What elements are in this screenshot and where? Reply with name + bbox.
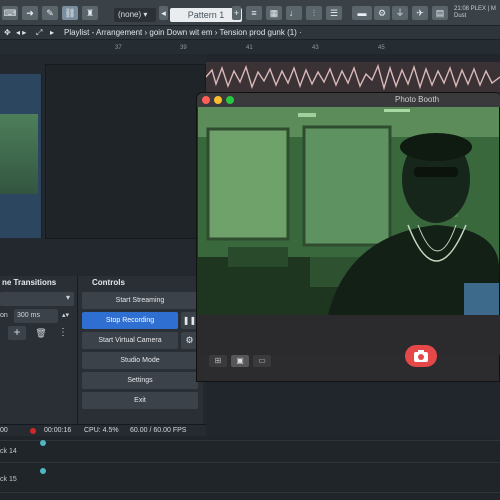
single-photo-icon[interactable]: ▣ [231,355,249,367]
track-label[interactable]: ck 15 [0,476,17,483]
track-divider [0,492,500,493]
maximize-icon[interactable] [226,96,234,104]
snap-icon[interactable]: ◂ ▸ [16,26,26,40]
transitions-title: ne Transitions [2,278,57,287]
fl-track-area: ck 14 ck 15 [0,436,500,500]
photo-booth-titlebar[interactable]: Photo Booth [197,93,500,107]
add-pattern-icon[interactable]: + [232,6,241,20]
obs-thumbnail-image [0,114,38,194]
link-tool-icon[interactable]: ⛓ [62,6,78,20]
exit-button[interactable]: Exit [82,392,198,409]
prev-pattern-icon[interactable]: ◂ [159,6,168,20]
close-icon[interactable] [202,96,210,104]
playlist-menu-icon[interactable]: ▸ [50,26,54,40]
duration-stepper[interactable]: ▴▾ [62,309,74,323]
minimize-icon[interactable] [214,96,222,104]
grid-view-icon[interactable]: ⊞ [209,355,227,367]
settings-icon[interactable]: ⚙ [374,6,390,20]
plugin-icon[interactable]: ⏚ [392,6,408,20]
stop-recording-button[interactable]: Stop Recording [82,312,178,329]
transition-select[interactable]: ▾ [0,292,74,306]
timeline-tick: 41 [246,45,253,51]
zoom-icon[interactable]: ⤢ [36,26,42,40]
video-mode-icon[interactable]: ▭ [253,355,271,367]
trash-icon[interactable]: 🗑 [34,326,48,340]
chevron-down-icon: ▾ [65,293,70,302]
scene-transitions-panel: ne Transitions ▾ on 300 ms ▴▾ + 🗑 ⋮ [0,276,78,426]
studio-mode-button[interactable]: Studio Mode [82,352,198,369]
playlist-icon[interactable]: ☰ [326,6,342,20]
fl-meta: 21:08 PLEX | M Dust [454,6,496,20]
browser-icon[interactable]: ✈ [412,6,428,20]
obs-status-bar: 00 00:00:16 CPU: 4.5% 60.00 / 60.00 FPS [0,424,206,436]
duration-field[interactable]: 300 ms [14,309,58,323]
move-icon[interactable]: ✥ [4,26,11,40]
photo-booth-toolbar [197,315,500,355]
channel-rack-icon[interactable]: ▦ [266,6,282,20]
mixer-icon[interactable]: ≡ [246,6,262,20]
keyboard-icon[interactable]: ⌨ [2,6,18,20]
draw-tool-icon[interactable]: ✎ [42,6,58,20]
start-streaming-button[interactable]: Start Streaming [82,292,198,309]
photo-booth-window: Photo Booth ⊞ ▣ ▭ [196,92,500,382]
playlist-title: Playlist - Arrangement › goin Down wit e… [64,28,302,37]
controls-title: Controls [92,278,125,287]
timeline-tick: 37 [115,45,122,51]
more-options-icon[interactable]: ⋮ [58,326,68,340]
eq-icon[interactable]: ⫶ [306,6,322,20]
name-select[interactable]: (none) ▾ [114,8,156,22]
controls-panel: Controls Start Streaming Stop Recording … [78,276,203,426]
arrow-right-icon[interactable]: ➜ [22,6,38,20]
fl-toolbar: ⌨ ➜ ✎ ⛓ ♜ (none) ▾ ◂ Pattern 1 + ≡ ▦ ♩ ⫶… [0,0,500,26]
track-mute-icon[interactable] [40,440,46,446]
piano-roll-icon[interactable]: ♩ [286,6,302,20]
timeline-ruler[interactable]: 37 39 41 43 45 [0,40,500,54]
audio-waveform[interactable] [206,62,500,92]
camera-feed [198,107,499,315]
fl-meta-line2: Dust [454,13,467,19]
track-label[interactable]: ck 14 [0,448,17,455]
shutter-button[interactable] [405,345,437,367]
start-virtual-camera-button[interactable]: Start Virtual Camera [82,332,178,349]
playlist-bar: ✥ ◂ ▸ ⤢ ▸ Playlist - Arrangement › goin … [0,26,500,40]
track-mute-icon[interactable] [40,468,46,474]
obs-preview[interactable] [45,64,206,239]
recording-indicator-icon [30,428,36,434]
track-divider [0,440,500,441]
timeline-tick: 43 [312,45,319,51]
camera-icon [414,350,428,362]
fl-meta-line1: 21:08 PLEX | M [454,6,496,12]
timeline-tick: 39 [180,45,187,51]
level-meter: ▬ [352,6,372,20]
stamp-icon[interactable]: ♜ [82,6,98,20]
duration-value: 300 ms [17,312,40,319]
name-select-value: (none) [118,10,142,19]
cart-icon[interactable]: ▤ [432,6,448,20]
timeline-tick: 45 [378,45,385,51]
add-transition-button[interactable]: + [8,326,26,340]
settings-button[interactable]: Settings [82,372,198,389]
obs-source-thumbnail [0,74,42,238]
photo-booth-title: Photo Booth [395,95,440,104]
duration-label: on [0,312,8,319]
track-divider [0,462,500,463]
